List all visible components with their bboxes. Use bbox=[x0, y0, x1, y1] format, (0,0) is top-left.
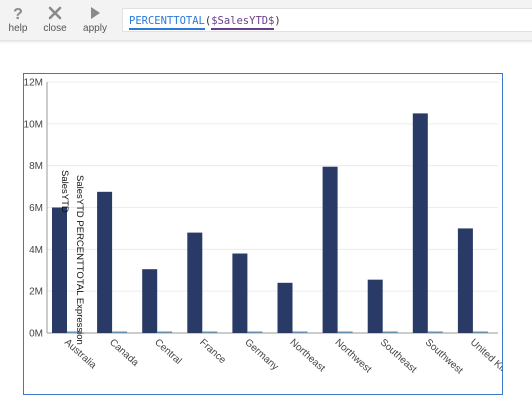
bar-salesytd bbox=[277, 282, 293, 333]
bar-salesytd bbox=[142, 269, 158, 333]
y-tick-label: 8M bbox=[29, 161, 43, 172]
bar-percenttotal bbox=[427, 331, 443, 333]
bar-chart: 0M2M4M6M8M10M12MAustralia Canada Central Fr… bbox=[24, 78, 529, 393]
formula-input[interactable]: PERCENTTOTAL($SalesYTD$) bbox=[122, 8, 532, 32]
bar-percenttotal bbox=[337, 331, 353, 333]
close-button[interactable]: close bbox=[37, 4, 73, 36]
bar-salesytd bbox=[457, 228, 473, 333]
bar-percenttotal bbox=[112, 331, 128, 333]
x-tick-label: United Kingdom bbox=[468, 337, 502, 393]
x-tick-label: Northeast bbox=[287, 337, 327, 374]
x-tick-label: Northwest bbox=[333, 337, 374, 375]
bar-salesytd bbox=[52, 207, 67, 333]
x-tick-label: Southeast bbox=[378, 337, 419, 375]
toolbar: ? help close apply PERCENTTOTAL($SalesYT… bbox=[0, 0, 532, 44]
y-tick-label: 10M bbox=[24, 119, 43, 130]
apply-label: apply bbox=[83, 23, 107, 34]
bar-percenttotal bbox=[472, 331, 488, 333]
y-tick-label: 4M bbox=[29, 245, 43, 256]
y-tick-label: 0M bbox=[29, 329, 43, 340]
x-icon bbox=[48, 4, 62, 22]
formula-close-paren: ) bbox=[274, 15, 281, 27]
y-tick-label: 2M bbox=[29, 287, 43, 298]
svg-text:?: ? bbox=[13, 6, 23, 21]
bar-percenttotal bbox=[247, 331, 263, 333]
bar-salesytd bbox=[187, 232, 203, 333]
apply-button[interactable]: apply bbox=[77, 4, 113, 36]
bar-salesytd bbox=[322, 166, 338, 333]
x-tick-label: Southwest bbox=[423, 337, 465, 377]
x-tick-label: Germany bbox=[242, 337, 280, 373]
bar-salesytd bbox=[412, 113, 428, 333]
series-label-salesytd: SalesYTD bbox=[59, 170, 70, 213]
x-tick-label: Canada bbox=[107, 337, 141, 369]
x-tick-label: Central bbox=[152, 337, 183, 367]
close-label: close bbox=[43, 23, 67, 34]
play-icon bbox=[89, 4, 101, 22]
y-tick-label: 12M bbox=[24, 78, 43, 89]
bar-salesytd bbox=[97, 191, 113, 333]
help-button[interactable]: ? help bbox=[0, 4, 36, 36]
bar-salesytd bbox=[232, 253, 248, 333]
formula-function: PERCENTTOTAL bbox=[129, 15, 205, 30]
x-tick-label: France bbox=[197, 337, 228, 366]
y-tick-label: 6M bbox=[29, 203, 43, 214]
formula-argument: $SalesYTD$ bbox=[211, 15, 275, 30]
bar-percenttotal bbox=[157, 331, 173, 333]
bar-percenttotal bbox=[202, 331, 218, 333]
question-icon: ? bbox=[11, 4, 25, 22]
bar-percenttotal bbox=[292, 331, 308, 333]
bar-percenttotal bbox=[382, 331, 398, 333]
help-label: help bbox=[8, 23, 28, 34]
series-label-percenttotal: SalesYTD PERCENTTOTAL Expression bbox=[74, 175, 85, 345]
bar-salesytd bbox=[367, 279, 383, 333]
chart-visual[interactable]: 0M 2M 4M 6M 8M 10M 12M Australia Canada Central Fr… bbox=[23, 73, 529, 395]
